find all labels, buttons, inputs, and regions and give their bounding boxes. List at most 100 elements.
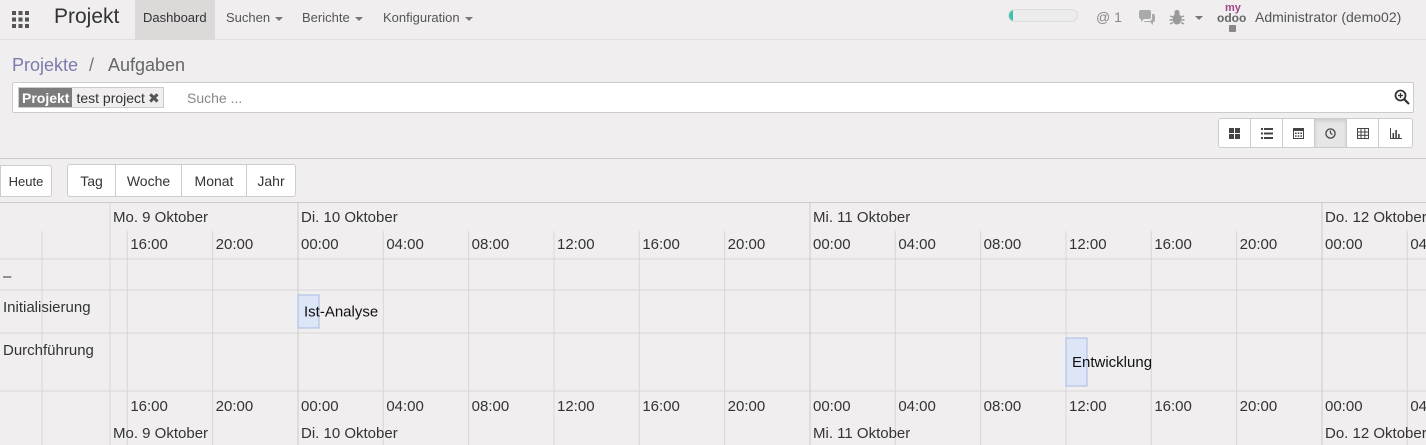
task-label: Ist-Analyse — [304, 304, 378, 321]
menu-berichte[interactable]: Berichte — [294, 0, 371, 40]
view-switcher — [1218, 118, 1413, 148]
calendar-view-button[interactable] — [1283, 119, 1315, 147]
hour-tick-label: 12:00 — [557, 236, 595, 253]
svg-text:odoo: odoo — [1217, 11, 1246, 25]
day-header-label: Mi. 11 Oktober — [813, 209, 910, 226]
hour-tick-label: 08:00 — [984, 236, 1022, 253]
hour-tick-label: 12:00 — [1069, 398, 1107, 415]
day-header-label: Do. 12 Oktober — [1325, 209, 1426, 226]
kanban-icon — [1229, 127, 1240, 139]
hour-tick-label: 20:00 — [728, 236, 766, 253]
hour-tick-label: 08:00 — [984, 398, 1022, 415]
top-navbar: Projekt Dashboard Suchen Berichte Konfig… — [0, 0, 1426, 40]
scale-label: Woche — [126, 172, 171, 189]
mentions-indicator[interactable]: @ 1 — [1096, 9, 1122, 25]
list-view-button[interactable] — [1251, 119, 1283, 147]
user-menu[interactable]: Administrator (demo02) — [1255, 9, 1401, 25]
gantt-icon — [1325, 127, 1336, 139]
menu-label: Dashboard — [143, 10, 207, 25]
planner-progress-bar[interactable] — [1008, 9, 1078, 22]
hour-tick-label: 00:00 — [301, 236, 339, 253]
hour-tick-label: 04:00 — [386, 398, 424, 415]
caret-down-icon[interactable] — [1195, 16, 1203, 20]
calendar-icon — [1293, 128, 1304, 139]
day-footer-label: Mo. 9 Oktober — [113, 425, 208, 442]
gantt-chart: 16:00 16:00 20:00 20:00 00:00 00:00 04:00 04:00… — [0, 202, 1426, 445]
day-header-label: Di. 10 Oktober — [301, 209, 398, 226]
facet-category: Projekt — [19, 88, 73, 107]
hour-tick-label: 20:00 — [728, 398, 766, 415]
hour-tick-label: 08:00 — [472, 236, 510, 253]
app-title: Projekt — [54, 5, 120, 28]
menu-label: Berichte — [302, 10, 350, 25]
chat-icon[interactable] — [1138, 10, 1156, 26]
hour-tick-label: 00:00 — [813, 398, 851, 415]
scale-tag-button[interactable]: Tag — [68, 165, 116, 196]
menu-label: Konfiguration — [383, 10, 460, 25]
debug-bug-icon[interactable] — [1168, 8, 1186, 26]
hour-tick-label: 00:00 — [1325, 236, 1363, 253]
day-footer-label: Do. 12 Oktober — [1325, 425, 1426, 442]
pivot-view-button[interactable] — [1347, 119, 1379, 147]
facet-value: test project ✖ — [72, 88, 163, 107]
kanban-view-button[interactable] — [1219, 119, 1251, 147]
day-footer-label: Di. 10 Oktober — [301, 425, 398, 442]
hour-tick-label: 20:00 — [1240, 398, 1278, 415]
hour-tick-label: 16:00 — [130, 398, 168, 415]
task-label: Entwicklung — [1072, 354, 1152, 371]
menu-konfiguration[interactable]: Konfiguration — [375, 0, 481, 40]
scale-label: Tag — [80, 172, 103, 189]
hour-tick-label: 16:00 — [642, 236, 680, 253]
day-footer-label: Mi. 11 Oktober — [813, 425, 910, 442]
menu-dashboard[interactable]: Dashboard — [135, 0, 215, 40]
scale-button-group: Tag Woche Monat Jahr — [67, 164, 296, 197]
row-label: Durchführung — [3, 342, 94, 359]
search-magnifier-icon[interactable] — [1394, 89, 1410, 105]
hour-tick-label: 00:00 — [813, 236, 851, 253]
scale-monat-button[interactable]: Monat — [182, 165, 247, 196]
row-label: Initialisierung — [3, 299, 91, 316]
hour-tick-label: 00:00 — [301, 398, 339, 415]
breadcrumb-separator: / — [89, 55, 95, 75]
hour-tick-label: 12:00 — [557, 398, 595, 415]
search-bar[interactable]: Projekt test project ✖ — [12, 82, 1414, 113]
hour-tick-label: 16:00 — [642, 398, 680, 415]
day-header-label: Mo. 9 Oktober — [113, 209, 208, 226]
caret-down-icon — [354, 16, 363, 21]
caret-down-icon — [464, 16, 473, 21]
today-label: Heute — [8, 173, 44, 189]
hour-tick-label: 00:00 — [1325, 398, 1363, 415]
hour-tick-label: 04:00 — [1410, 236, 1426, 253]
breadcrumb-current: Aufgaben — [108, 55, 186, 75]
today-button[interactable]: Heute — [0, 165, 52, 197]
hour-tick-label: 20:00 — [216, 236, 254, 253]
odoo-logo: my odoo — [1217, 2, 1246, 32]
menu-suchen[interactable]: Suchen — [218, 0, 291, 40]
hour-tick-label: 12:00 — [1069, 236, 1107, 253]
facet-value-text: test project — [76, 90, 145, 106]
hour-tick-label: 20:00 — [1240, 236, 1278, 253]
hour-tick-label: 04:00 — [1410, 398, 1426, 415]
gantt-grid: 16:00 16:00 20:00 20:00 00:00 00:00 04:00 04:00… — [0, 203, 1426, 445]
caret-down-icon — [275, 16, 284, 21]
hour-tick-label: 04:00 — [386, 236, 424, 253]
hour-tick-label: 16:00 — [1154, 236, 1192, 253]
hour-tick-label: 04:00 — [898, 398, 936, 415]
hour-tick-label: 16:00 — [1154, 398, 1192, 415]
graph-view-button[interactable] — [1379, 119, 1412, 147]
search-input[interactable] — [185, 87, 1085, 109]
pivot-icon — [1356, 127, 1369, 139]
scale-jahr-button[interactable]: Jahr — [247, 165, 295, 196]
gantt-view-button[interactable] — [1315, 119, 1347, 147]
search-facet[interactable]: Projekt test project ✖ — [18, 87, 164, 108]
hour-tick-label: 08:00 — [472, 398, 510, 415]
facet-remove-icon[interactable]: ✖ — [148, 90, 160, 106]
row-label: – — [3, 268, 12, 285]
progress-fill — [1009, 10, 1014, 21]
scale-woche-button[interactable]: Woche — [116, 165, 182, 196]
menu-label: Suchen — [226, 10, 271, 25]
scale-label: Jahr — [257, 172, 285, 189]
apps-grid-icon[interactable] — [12, 11, 29, 28]
hour-tick-label: 20:00 — [216, 398, 254, 415]
breadcrumb-projekte[interactable]: Projekte — [12, 55, 78, 76]
